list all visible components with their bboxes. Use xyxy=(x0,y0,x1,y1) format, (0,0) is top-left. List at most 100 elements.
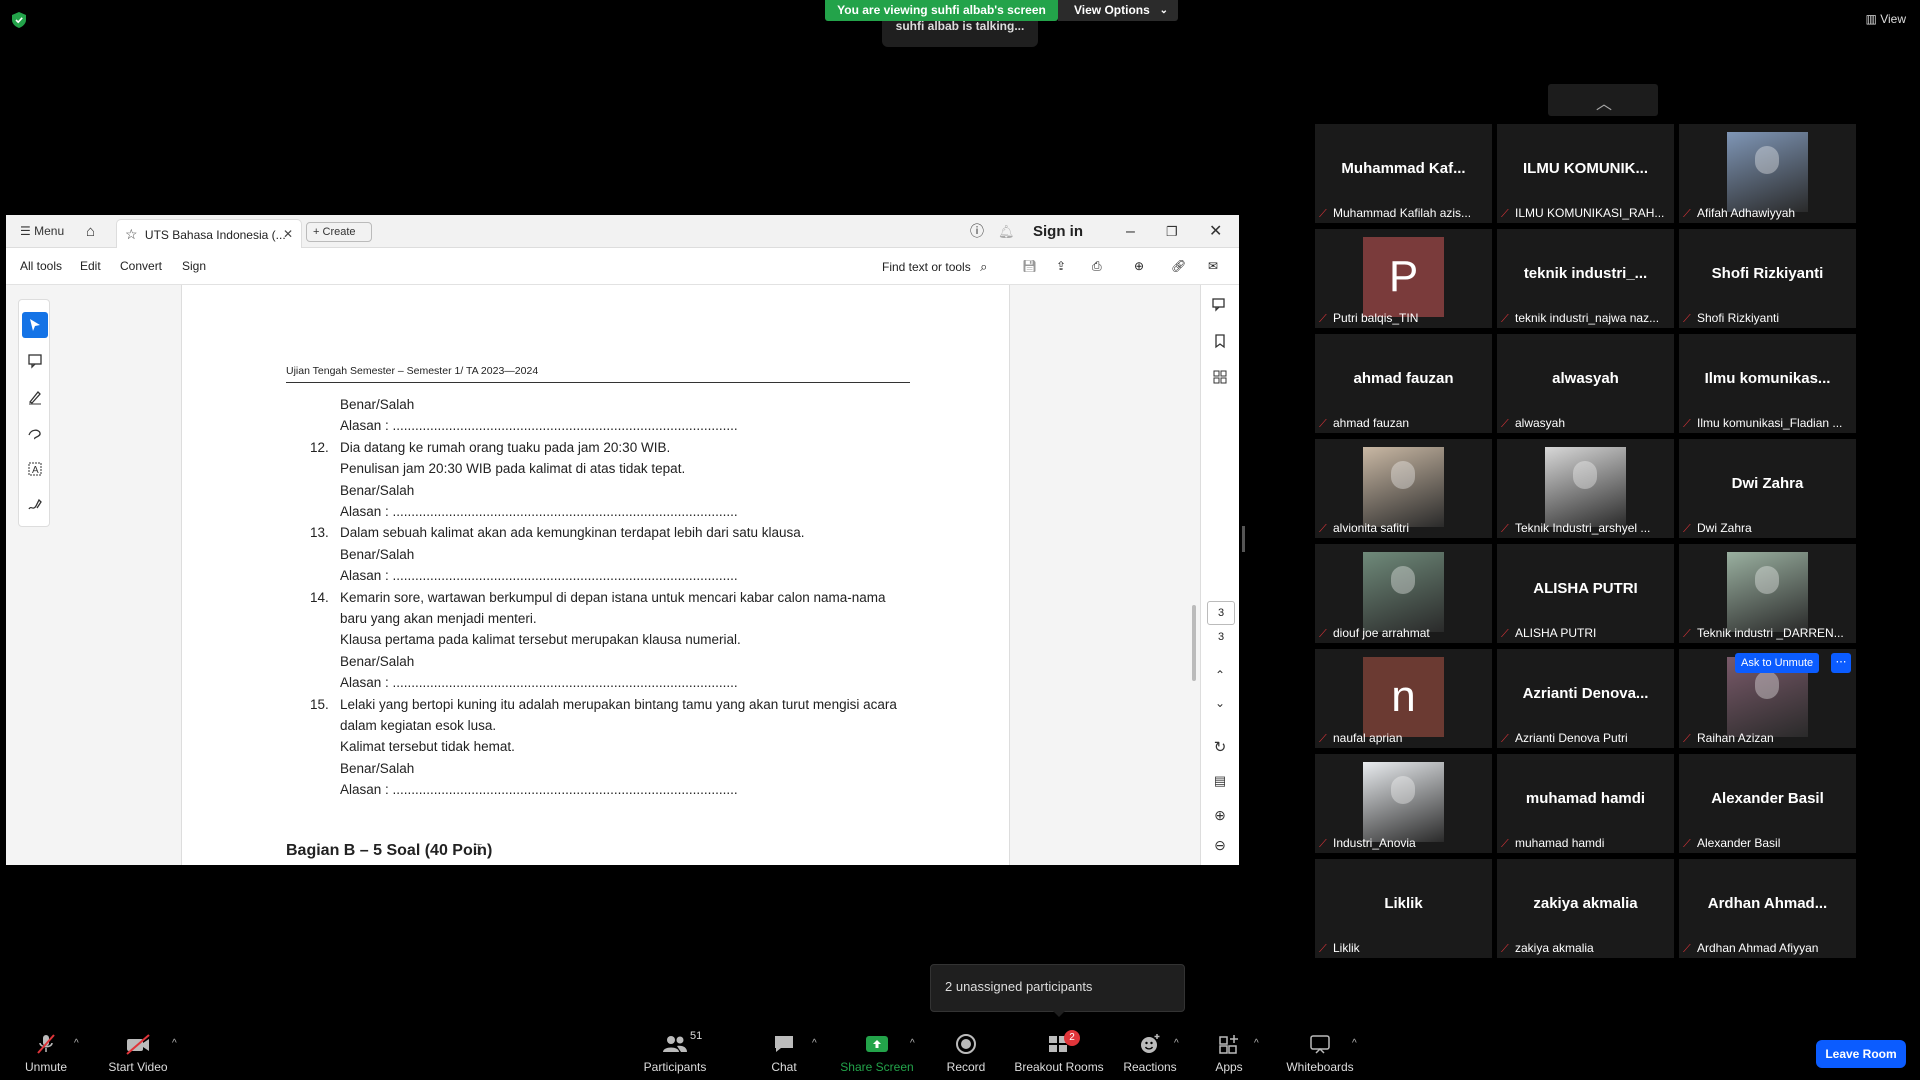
person-silhouette-icon xyxy=(1391,566,1415,594)
comments-panel-icon[interactable] xyxy=(1210,295,1230,315)
share-screen-button[interactable]: Share Screen xyxy=(840,1032,914,1074)
participant-tile[interactable]: Ilmu komunikas... ⟋ Ilmu komunikasi_Fladia… xyxy=(1679,334,1856,433)
participant-tile[interactable]: ⟋ alvionita safitri xyxy=(1315,439,1492,538)
convert-menu[interactable]: Convert xyxy=(120,248,162,285)
video-options-caret[interactable]: ^ xyxy=(172,1038,177,1049)
fill-sign-icon[interactable] xyxy=(22,492,48,518)
participant-tile[interactable]: alwasyah ⟋ alwasyah xyxy=(1497,334,1674,433)
view-options-button[interactable]: View Options ⌄ xyxy=(1058,0,1178,21)
start-video-button[interactable]: Start Video xyxy=(106,1032,170,1074)
reactions-label: Reactions xyxy=(1123,1060,1177,1074)
participant-display-name: Liklik xyxy=(1384,895,1423,912)
document-tab[interactable]: ☆ UTS Bahasa Indonesia (... ✕ xyxy=(116,219,302,248)
question-number: 12. xyxy=(310,440,329,455)
participant-tile[interactable]: ahmad fauzan ⟋ ahmad fauzan xyxy=(1315,334,1492,433)
share-options-caret[interactable]: ^ xyxy=(910,1038,915,1049)
menu-button[interactable]: ☰ Menu xyxy=(20,215,64,248)
person-silhouette-icon xyxy=(1755,671,1779,699)
thumbnails-icon[interactable] xyxy=(1210,367,1230,387)
panel-resize-handle[interactable] xyxy=(1242,526,1245,552)
zoom-in-icon[interactable]: ⊕ xyxy=(1210,805,1230,825)
participant-tile[interactable]: ALISHA PUTRI ⟋ ALISHA PUTRI xyxy=(1497,544,1674,643)
hamburger-icon: ☰ xyxy=(20,224,31,238)
participant-tile[interactable]: Shofi Rizkiyanti ⟋ Shofi Rizkiyanti xyxy=(1679,229,1856,328)
reactions-button[interactable]: Reactions xyxy=(1122,1032,1178,1074)
participant-tile[interactable]: ⟋ Industri_Anovia xyxy=(1315,754,1492,853)
participant-tile[interactable]: teknik industri_... ⟋ teknik industri_najw… xyxy=(1497,229,1674,328)
home-icon[interactable]: ⌂ xyxy=(86,215,95,248)
upload-cloud-icon[interactable]: ⇪ xyxy=(1056,248,1066,285)
apps-options-caret[interactable]: ^ xyxy=(1254,1038,1259,1049)
print-icon[interactable]: ⎙ xyxy=(1092,248,1102,285)
close-tab-icon[interactable]: ✕ xyxy=(283,220,293,248)
reactions-options-caret[interactable]: ^ xyxy=(1174,1038,1179,1049)
participant-label-text: Ilmu komunikasi_Fladian ... xyxy=(1697,416,1843,430)
bookmarks-icon[interactable] xyxy=(1210,331,1230,351)
participant-tile[interactable]: ILMU KOMUNIK... ⟋ ILMU KOMUNIKASI_RAH... xyxy=(1497,124,1674,223)
zoom-out-icon[interactable]: ⊖ xyxy=(1210,835,1230,855)
add-comment-icon[interactable] xyxy=(22,348,48,374)
select-cursor-icon[interactable] xyxy=(22,312,48,338)
chat-options-caret[interactable]: ^ xyxy=(812,1038,817,1049)
viewing-screen-banner: You are viewing suhfi albab's screen xyxy=(825,0,1058,21)
more-options-icon[interactable]: ⋯ xyxy=(1831,653,1851,673)
participant-tile[interactable]: Azrianti Denova... ⟋ Azrianti Denova Putri xyxy=(1497,649,1674,748)
minimize-icon[interactable]: – xyxy=(1126,215,1135,248)
breakout-rooms-button[interactable]: 2 Breakout Rooms xyxy=(1014,1030,1104,1074)
find-tools-search[interactable]: Find text or tools ⌕ xyxy=(882,248,987,285)
apps-button[interactable]: Apps xyxy=(1212,1032,1246,1074)
link-icon[interactable]: 🔗︎ xyxy=(1171,248,1186,285)
participant-tile[interactable]: P ⟋ Putri balqis_TIN xyxy=(1315,229,1492,328)
record-button[interactable]: Record xyxy=(944,1032,988,1074)
notification-bell-icon[interactable]: 🔔︎ xyxy=(998,215,1015,248)
next-page-icon[interactable]: ⌄ xyxy=(1210,693,1230,713)
help-icon[interactable]: ⓘ xyxy=(970,215,984,248)
sign-menu[interactable]: Sign xyxy=(182,248,206,285)
participant-tile[interactable]: zakiya akmalia ⟋ zakiya akmalia xyxy=(1497,859,1674,958)
participant-display-name: Dwi Zahra xyxy=(1731,475,1804,492)
previous-page-icon[interactable]: ⌃ xyxy=(1210,665,1230,685)
unmute-button[interactable]: Unmute xyxy=(22,1032,70,1074)
participant-tile[interactable]: Ardhan Ahmad... ⟋ Ardhan Ahmad Afiyyan xyxy=(1679,859,1856,958)
ask-to-unmute-button[interactable]: Ask to Unmute xyxy=(1735,653,1820,673)
chat-button[interactable]: Chat xyxy=(764,1032,804,1074)
participant-tile[interactable]: ⟋ Teknik Industri_arshyel ... xyxy=(1497,439,1674,538)
participant-tile[interactable]: ⟋ Afifah Adhawiyyah xyxy=(1679,124,1856,223)
edit-menu[interactable]: Edit xyxy=(80,248,101,285)
view-layout-button[interactable]: ▥ View xyxy=(1866,12,1906,26)
page-number-input[interactable]: 3 xyxy=(1207,601,1235,625)
sign-in-button[interactable]: Sign in xyxy=(1033,215,1083,248)
email-icon[interactable]: ✉ xyxy=(1208,248,1218,285)
participant-tile[interactable]: Alexander Basil ⟋ Alexander Basil xyxy=(1679,754,1856,853)
whiteboards-options-caret[interactable]: ^ xyxy=(1352,1038,1357,1049)
participant-tile[interactable]: n ⟋ naufal aprian xyxy=(1315,649,1492,748)
security-shield-icon[interactable] xyxy=(12,12,26,28)
all-tools-menu[interactable]: All tools xyxy=(20,248,62,285)
page-background xyxy=(1010,285,1200,865)
participant-tile[interactable]: Muhammad Kaf... ⟋ Muhammad Kafilah azis... xyxy=(1315,124,1492,223)
text-box-icon[interactable]: A xyxy=(22,456,48,482)
participant-tile[interactable]: Ask to Unmute ⋯ ⟋ Raihan Azizan xyxy=(1679,649,1856,748)
create-button[interactable]: + Create xyxy=(306,222,372,242)
participants-label: Participants xyxy=(643,1060,707,1074)
gallery-scroll-up-button[interactable]: ︿ xyxy=(1548,84,1658,116)
audio-options-caret[interactable]: ^ xyxy=(74,1038,79,1049)
participant-tile[interactable]: muhamad hamdi ⟋ muhamad hamdi xyxy=(1497,754,1674,853)
participant-tile[interactable]: ⟋ Teknik industri _DARREN... xyxy=(1679,544,1856,643)
create-label: Create xyxy=(322,226,356,238)
page-view-icon[interactable]: ▤ xyxy=(1210,771,1230,791)
scrollbar-thumb[interactable] xyxy=(1192,605,1196,681)
participant-tile[interactable]: ⟋ diouf joe arrahmat xyxy=(1315,544,1492,643)
share-user-icon[interactable]: ⊕ xyxy=(1134,248,1144,285)
participant-tile[interactable]: Dwi Zahra ⟋ Dwi Zahra xyxy=(1679,439,1856,538)
whiteboards-button[interactable]: Whiteboards xyxy=(1284,1032,1356,1074)
save-icon[interactable]: 💾︎ xyxy=(1022,248,1037,285)
restore-icon[interactable]: ❐ xyxy=(1166,215,1178,248)
leave-room-button[interactable]: Leave Room xyxy=(1816,1040,1906,1068)
draw-freehand-icon[interactable] xyxy=(22,420,48,446)
rotate-icon[interactable]: ↻ xyxy=(1210,737,1230,757)
highlight-pen-icon[interactable] xyxy=(22,384,48,410)
participant-tile[interactable]: Liklik ⟋ Liklik xyxy=(1315,859,1492,958)
close-window-icon[interactable]: ✕ xyxy=(1209,215,1222,248)
participants-button[interactable]: 51 Participants xyxy=(640,1030,710,1074)
